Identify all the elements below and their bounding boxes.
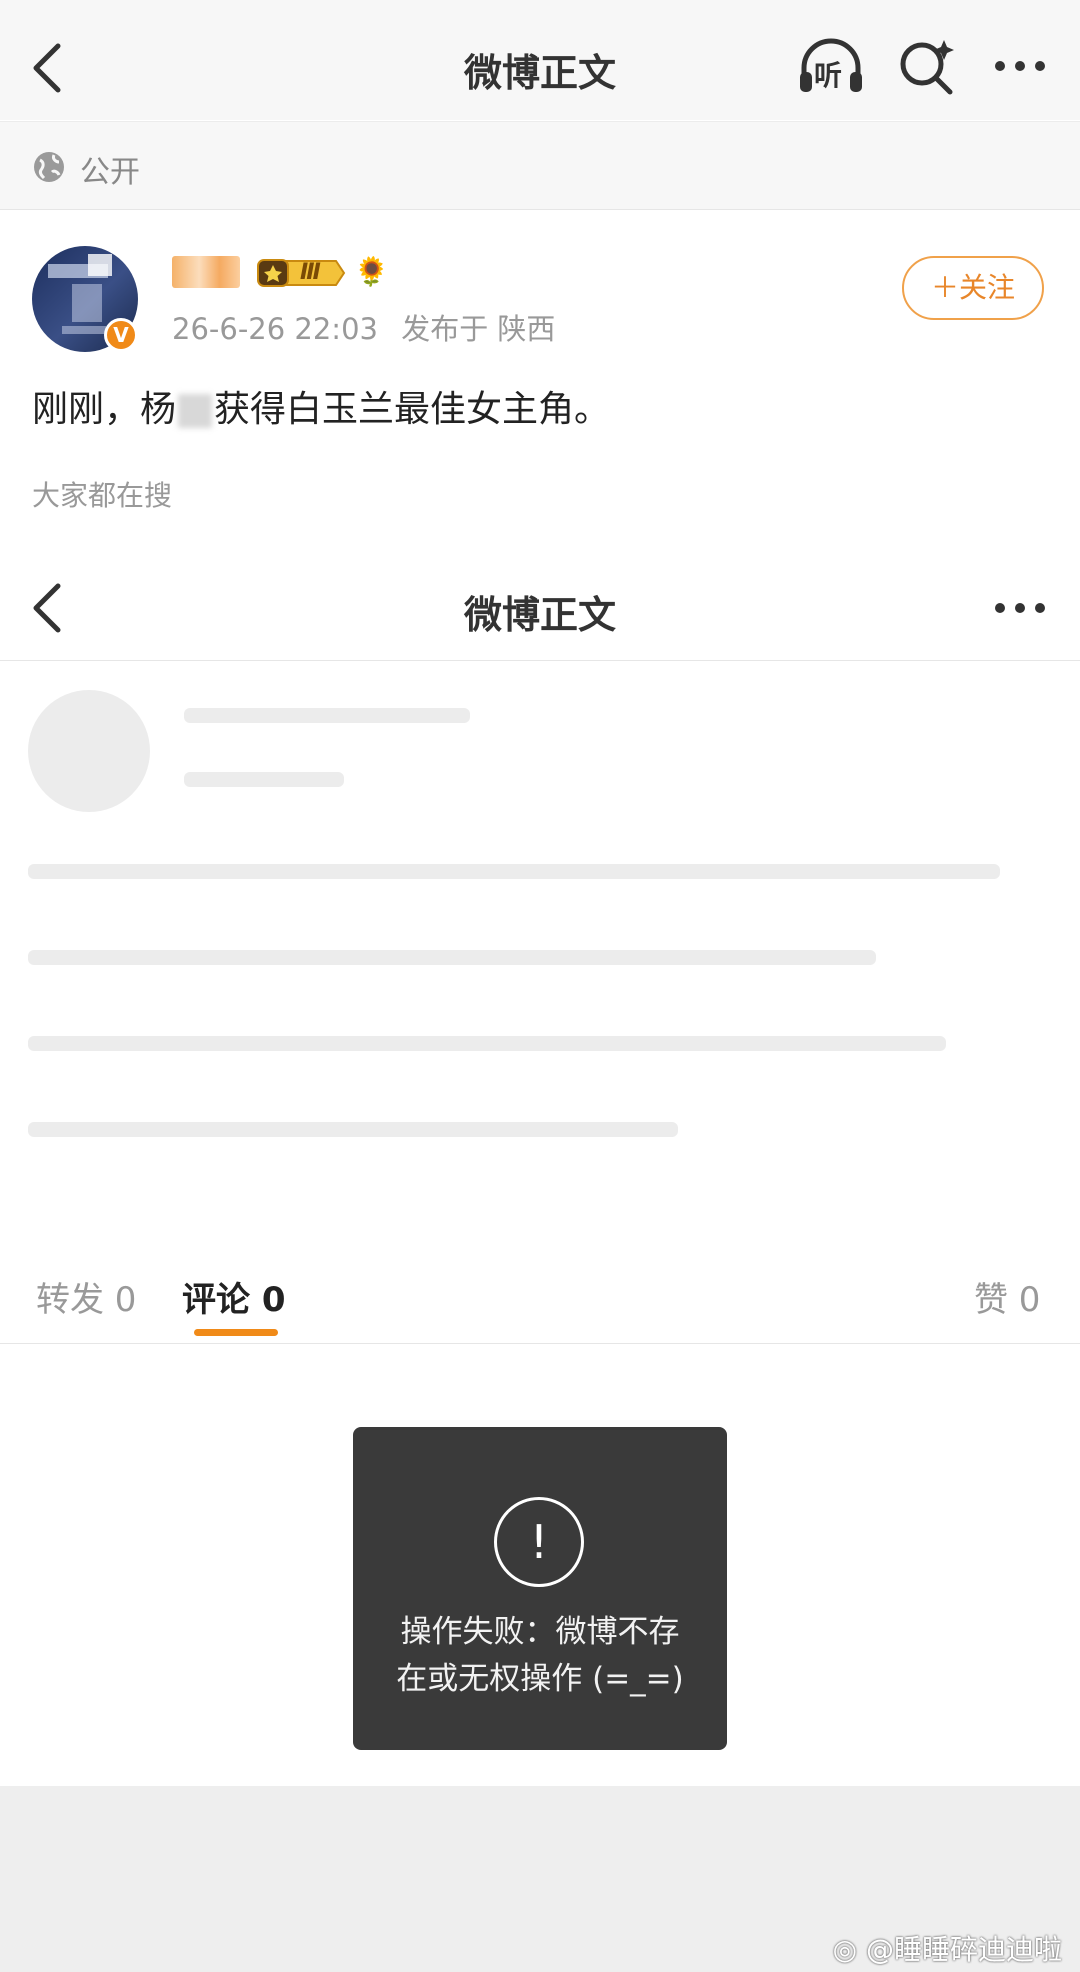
divider <box>0 1343 1080 1344</box>
toast-message-line1: 操作失败：微博不存 <box>400 1614 680 1650</box>
active-tab-indicator <box>194 1329 278 1336</box>
exclamation-icon: ! <box>494 1497 584 1587</box>
toast-message: 操作失败：微博不存 在或无权操作 (=_=) <box>373 1609 707 1703</box>
post-text-before: 刚刚，杨 <box>32 389 177 430</box>
toast-message-line2: 在或无权操作 (=_=) <box>396 1661 684 1697</box>
post-text-after: 获得白玉兰最佳女主角。 <box>214 389 611 430</box>
tab-likes[interactable]: 赞 0 <box>974 1272 1040 1321</box>
more-options-icon[interactable] <box>992 58 1048 74</box>
skeleton-line <box>28 1036 946 1051</box>
post-time: 26-6-26 22:03 <box>172 312 378 346</box>
divider <box>0 660 1080 661</box>
skeleton-line <box>28 1122 678 1137</box>
follow-button[interactable]: ＋关注 <box>902 256 1044 320</box>
skeleton-line <box>184 772 344 787</box>
more-options-icon[interactable] <box>992 600 1048 616</box>
level-number: Ⅲ <box>300 260 321 285</box>
tab-comments[interactable]: 评论 0 <box>182 1272 286 1321</box>
skeleton-line <box>28 864 1000 879</box>
tab-repost[interactable]: 转发 0 <box>36 1272 136 1321</box>
divider <box>0 209 1080 210</box>
redacted-character <box>178 394 213 428</box>
visibility-bar <box>0 121 1080 210</box>
visibility-label: 公开 <box>80 155 140 190</box>
post-text: 刚刚，杨 获得白玉兰最佳女主角。 <box>32 380 610 432</box>
post-location: 发布于 陕西 <box>401 312 556 346</box>
level-badge: Ⅲ <box>256 258 346 288</box>
skeleton-line <box>184 708 470 723</box>
globe-icon <box>34 152 64 182</box>
listen-label: 听 <box>814 59 843 92</box>
search-icon[interactable] <box>896 36 958 98</box>
weibo-logo-icon: ◎ <box>832 1933 858 1966</box>
trending-search-hint[interactable]: 大家都在搜 <box>32 474 172 514</box>
post-meta: 26-6-26 22:03 发布于 陕西 <box>172 306 555 348</box>
sunflower-icon: 🌻 <box>354 255 389 288</box>
watermark: ◎ @睡睡碎迪迪啦 <box>833 1928 1062 1968</box>
error-toast: ! 操作失败：微博不存 在或无权操作 (=_=) <box>353 1427 727 1750</box>
verified-badge: V <box>104 318 138 352</box>
skeleton-avatar <box>28 690 150 812</box>
page-title-2: 微博正文 <box>463 593 616 637</box>
watermark-text: @睡睡碎迪迪啦 <box>865 1933 1062 1966</box>
author-name-redacted[interactable] <box>172 256 240 288</box>
listen-button[interactable]: 听 <box>796 38 866 96</box>
skeleton-line <box>28 950 876 965</box>
